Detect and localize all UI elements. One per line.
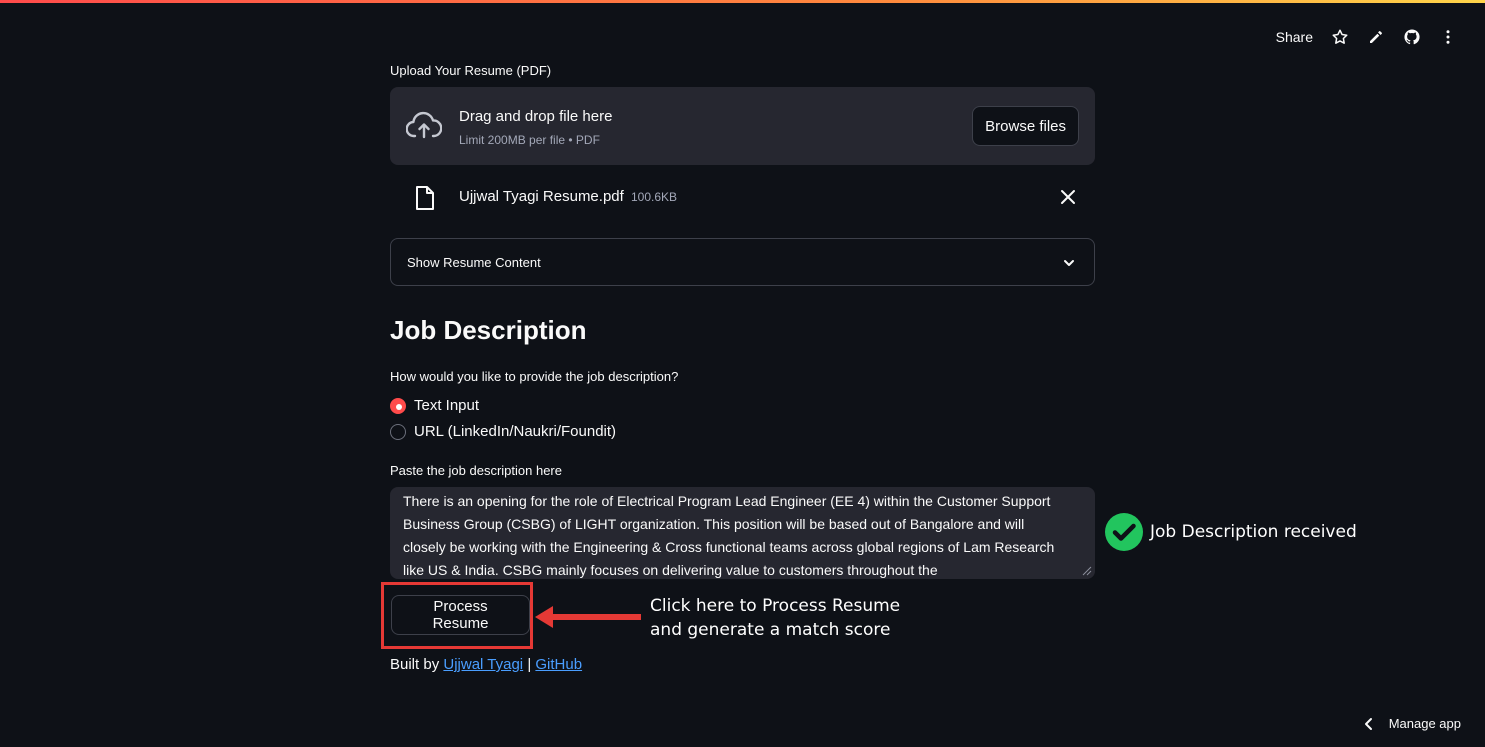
file-icon xyxy=(416,186,434,210)
job-description-text: There is an opening for the role of Elec… xyxy=(403,493,1055,578)
radio-option-text-input[interactable]: Text Input xyxy=(390,397,479,414)
jd-received-text: Job Description received xyxy=(1150,522,1357,542)
radio-unselected-indicator[interactable] xyxy=(390,423,406,440)
pencil-icon[interactable] xyxy=(1367,28,1385,46)
more-vertical-icon[interactable] xyxy=(1439,28,1457,46)
radio-label: Text Input xyxy=(414,397,480,414)
header-decoration-line xyxy=(0,0,1485,3)
dropzone-limit-text: Limit 200MB per file • PDF xyxy=(459,133,600,147)
process-hint-annotation: Click here to Process Resume and generat… xyxy=(650,594,900,642)
job-description-heading: Job Description xyxy=(390,315,587,345)
process-hint-line-2: and generate a match score xyxy=(650,620,891,640)
file-dropzone[interactable]: Drag and drop file here Limit 200MB per … xyxy=(390,87,1095,165)
upload-label: Upload Your Resume (PDF) xyxy=(390,63,552,78)
footer-credit: Built by Ujjwal Tyagi | GitHub xyxy=(390,656,582,673)
manage-app-button[interactable]: Manage app xyxy=(1363,716,1461,731)
arrow-left-icon xyxy=(535,606,641,628)
radio-label: URL (LinkedIn/Naukri/Foundit) xyxy=(414,423,617,440)
uploaded-file-row: Ujjwal Tyagi Resume.pdf 100.6KB xyxy=(390,180,1095,214)
process-resume-button[interactable]: Process Resume xyxy=(391,595,530,635)
cloud-upload-icon xyxy=(406,111,442,139)
check-circle-icon xyxy=(1105,513,1143,551)
file-size: 100.6KB xyxy=(631,190,678,204)
browse-files-button[interactable]: Browse files xyxy=(972,106,1079,146)
chevron-down-icon xyxy=(1064,260,1074,266)
process-hint-line-1: Click here to Process Resume xyxy=(650,596,901,616)
dropzone-title: Drag and drop file here xyxy=(459,108,613,125)
chevron-left-icon xyxy=(1364,717,1372,730)
github-icon[interactable] xyxy=(1403,28,1421,46)
job-description-textarea[interactable]: There is an opening for the role of Elec… xyxy=(390,487,1095,579)
paste-jd-label: Paste the job description here xyxy=(390,463,562,478)
manage-app-label: Manage app xyxy=(1388,716,1461,731)
resize-handle-icon[interactable] xyxy=(1082,566,1092,576)
jd-method-question: How would you like to provide the job de… xyxy=(390,369,679,384)
expander-label: Show Resume Content xyxy=(407,255,541,270)
file-name: Ujjwal Tyagi Resume.pdf xyxy=(459,188,624,205)
github-link[interactable]: GitHub xyxy=(535,656,582,673)
footer-prefix: Built by xyxy=(390,656,440,673)
footer-separator: | xyxy=(527,656,532,673)
radio-option-url[interactable]: URL (LinkedIn/Naukri/Foundit) xyxy=(390,423,616,440)
resume-content-expander[interactable]: Show Resume Content xyxy=(390,238,1095,286)
app-toolbar: Share xyxy=(1276,26,1457,48)
author-link[interactable]: Ujjwal Tyagi xyxy=(443,656,523,673)
jd-received-status: Job Description received xyxy=(1105,513,1357,551)
radio-selected-indicator[interactable] xyxy=(390,397,406,414)
share-button[interactable]: Share xyxy=(1276,29,1313,45)
close-icon[interactable] xyxy=(1060,189,1076,205)
process-highlight-box: Process Resume xyxy=(381,582,533,649)
star-icon[interactable] xyxy=(1331,28,1349,46)
